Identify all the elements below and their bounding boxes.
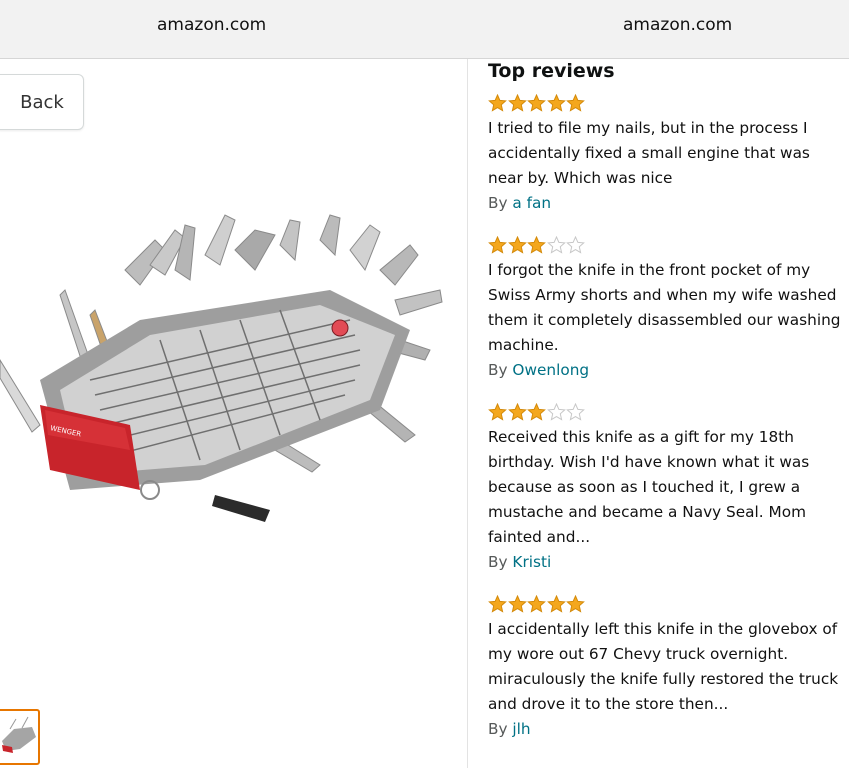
star-filled-icon <box>488 94 507 112</box>
review-item: I forgot the knife in the front pocket o… <box>488 236 846 383</box>
star-filled-icon <box>507 94 527 112</box>
star-filled-icon <box>488 236 507 254</box>
review-item: Received this knife as a gift for my 18t… <box>488 403 846 575</box>
star-filled-icon <box>527 94 546 112</box>
star-filled-icon <box>527 403 546 421</box>
star-rating[interactable] <box>488 403 846 423</box>
review-text: I accidentally left this knife in the gl… <box>488 620 839 713</box>
review-byline: By jlh <box>488 717 846 742</box>
star-filled-icon <box>566 595 585 613</box>
thumbnail-image <box>2 716 36 753</box>
review-author-link[interactable]: Owenlong <box>512 361 589 379</box>
review-author-link[interactable]: jlh <box>512 720 530 738</box>
pane-divider <box>467 59 468 768</box>
star-filled-icon <box>507 236 527 254</box>
star-rating[interactable] <box>488 94 846 114</box>
review-list: I tried to file my nails, but in the pro… <box>488 94 846 742</box>
star-filled-icon <box>546 94 566 112</box>
star-empty-icon <box>546 236 566 254</box>
star-filled-icon <box>546 595 566 613</box>
domain-label-right[interactable]: amazon.com <box>623 15 732 35</box>
review-author-link[interactable]: Kristi <box>512 553 551 571</box>
star-empty-icon <box>546 403 566 421</box>
review-text: I forgot the knife in the front pocket o… <box>488 261 841 354</box>
review-byline: By a fan <box>488 191 846 216</box>
by-label: By <box>488 553 508 571</box>
back-button[interactable]: Back <box>0 74 84 130</box>
by-label: By <box>488 194 508 212</box>
by-label: By <box>488 361 508 379</box>
review-spacer <box>488 216 846 230</box>
star-filled-icon <box>527 595 546 613</box>
by-label: By <box>488 720 508 738</box>
domain-label-left[interactable]: amazon.com <box>157 15 266 35</box>
review-text: Received this knife as a gift for my 18t… <box>488 428 810 546</box>
product-thumbnail[interactable] <box>0 709 40 765</box>
star-empty-icon <box>566 403 585 421</box>
review-item: I tried to file my nails, but in the pro… <box>488 94 846 216</box>
star-filled-icon <box>507 403 527 421</box>
review-spacer <box>488 575 846 589</box>
star-rating[interactable] <box>488 595 846 615</box>
review-byline: By Kristi <box>488 550 846 575</box>
review-text: I tried to file my nails, but in the pro… <box>488 119 810 187</box>
review-spacer <box>488 383 846 397</box>
star-filled-icon <box>566 94 585 112</box>
star-filled-icon <box>488 403 507 421</box>
browser-address-bar: amazon.com amazon.com <box>0 0 849 59</box>
star-filled-icon <box>507 595 527 613</box>
star-filled-icon <box>527 236 546 254</box>
swiss-army-knife-image[interactable]: WENGER <box>0 210 467 570</box>
top-reviews-section: Top reviews I tried to file my nails, bu… <box>488 58 846 742</box>
review-author-link[interactable]: a fan <box>512 194 551 212</box>
reviews-heading: Top reviews <box>488 60 615 82</box>
star-filled-icon <box>488 595 507 613</box>
star-rating[interactable] <box>488 236 846 256</box>
star-empty-icon <box>566 236 585 254</box>
review-item: I accidentally left this knife in the gl… <box>488 595 846 742</box>
review-byline: By Owenlong <box>488 358 846 383</box>
